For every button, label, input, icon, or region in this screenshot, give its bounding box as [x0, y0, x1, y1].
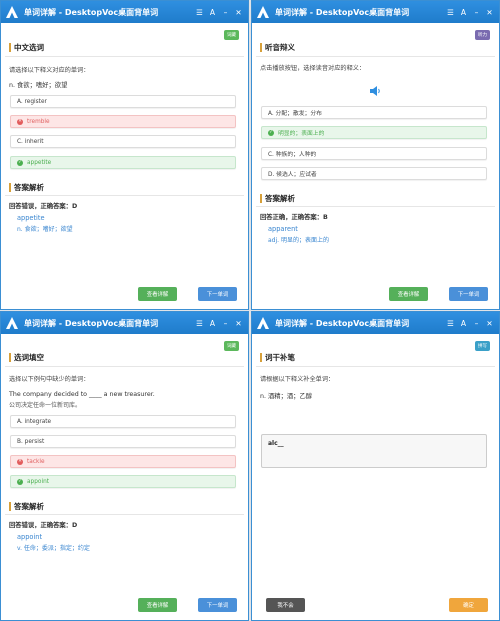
confirm-button[interactable]: 确定 [449, 598, 488, 612]
option-b[interactable]: B. persist [10, 435, 236, 448]
example-sentence-cn: 公司决定任命一位新司库。 [9, 402, 82, 409]
app-logo-icon [257, 6, 269, 18]
font-size-icon[interactable]: A [207, 6, 218, 18]
minimize-icon[interactable]: – [471, 6, 482, 18]
speaker-icon[interactable] [369, 85, 381, 97]
window-spelling: 单词详解 - DesktopVoc桌面背单词 ☰ A – ✕ 拼写 词干补笔 请… [251, 311, 500, 621]
option-c[interactable]: ✕ tackle [10, 455, 236, 468]
minimize-icon[interactable]: – [220, 6, 231, 18]
analysis-heading: 答案解析 [9, 182, 44, 193]
window-title: 单词详解 - DesktopVoc桌面背单词 [275, 7, 410, 17]
divider [5, 195, 244, 196]
option-b[interactable]: ✕ tremble [10, 115, 236, 128]
title-bar[interactable]: 单词详解 - DesktopVoc桌面背单词 ☰ A – ✕ [1, 312, 248, 334]
app-logo-icon [6, 6, 18, 18]
dont-know-button[interactable]: 我不会 [266, 598, 305, 612]
result-text: 回答正确，正确答案：B [260, 214, 328, 221]
close-icon[interactable]: ✕ [233, 6, 244, 18]
window-title: 单词详解 - DesktopVoc桌面背单词 [275, 318, 410, 328]
definition-text: n. 酒精；酒；乙醇 [260, 393, 313, 400]
list-icon[interactable]: ☰ [194, 6, 205, 18]
divider [5, 56, 244, 57]
divider [256, 366, 495, 367]
window-chinese-word-choice: 单词详解 - DesktopVoc桌面背单词 ☰ A – ✕ 词藏 中文选词 请… [0, 0, 249, 310]
answer-meaning: v. 任命；委派；指定；约定 [17, 545, 90, 552]
mode-badge: 词藏 [224, 30, 239, 40]
option-a[interactable]: A. 分配；散发；分布 [261, 106, 487, 119]
definition-text: n. 食欲；嗜好；欲望 [9, 82, 68, 89]
close-icon[interactable]: ✕ [233, 317, 244, 329]
result-text: 回答错误，正确答案：D [9, 522, 78, 529]
list-icon[interactable]: ☰ [445, 317, 456, 329]
next-word-button[interactable]: 下一单词 [198, 287, 237, 301]
divider [256, 56, 495, 57]
window-title: 单词详解 - DesktopVoc桌面背单词 [24, 318, 159, 328]
example-sentence: The company decided to ____ a new treasu… [9, 391, 155, 398]
font-size-icon[interactable]: A [458, 317, 469, 329]
minimize-icon[interactable]: – [220, 317, 231, 329]
analysis-heading: 答案解析 [9, 501, 44, 512]
view-detail-button[interactable]: 查看详解 [138, 598, 177, 612]
check-icon: ✓ [17, 159, 23, 166]
title-bar[interactable]: 单词详解 - DesktopVoc桌面背单词 ☰ A – ✕ [1, 1, 248, 23]
window-title: 单词详解 - DesktopVoc桌面背单词 [24, 7, 159, 17]
window-fill-in-blank: 单词详解 - DesktopVoc桌面背单词 ☰ A – ✕ 词藏 选词填空 选… [0, 311, 249, 621]
result-text: 回答错误，正确答案：D [9, 203, 78, 210]
mode-badge: 拼写 [475, 341, 490, 351]
font-size-icon[interactable]: A [458, 6, 469, 18]
divider [5, 366, 244, 367]
question-prompt: 请选择以下释义对应的单词： [9, 67, 90, 74]
answer-word: appetite [17, 214, 45, 222]
title-bar[interactable]: 单词详解 - DesktopVoc桌面背单词 ☰ A – ✕ [252, 1, 499, 23]
option-c[interactable]: C. inherit [10, 135, 236, 148]
section-heading: 选词填空 [9, 352, 44, 363]
font-size-icon[interactable]: A [207, 317, 218, 329]
app-logo-icon [257, 317, 269, 329]
section-heading: 中文选词 [9, 42, 44, 53]
list-icon[interactable]: ☰ [445, 6, 456, 18]
view-detail-button[interactable]: 查看详解 [138, 287, 177, 301]
question-prompt: 选择以下例句中缺少的单词： [9, 376, 90, 383]
answer-word: appoint [17, 533, 43, 541]
option-b[interactable]: ✓ 明显的；表面上的 [261, 126, 487, 139]
option-d[interactable]: ✓ appetite [10, 156, 236, 169]
section-heading: 听音辩义 [260, 42, 295, 53]
view-detail-button[interactable]: 查看详解 [389, 287, 428, 301]
analysis-heading: 答案解析 [260, 193, 295, 204]
option-a[interactable]: A. register [10, 95, 236, 108]
spelling-input[interactable]: alc__ [261, 434, 487, 468]
answer-word: apparent [268, 225, 298, 233]
divider [5, 514, 244, 515]
wrong-icon: ✕ [17, 458, 23, 465]
mode-badge: 听力 [475, 30, 490, 40]
list-icon[interactable]: ☰ [194, 317, 205, 329]
next-word-button[interactable]: 下一单词 [449, 287, 488, 301]
check-icon: ✓ [17, 478, 23, 485]
mode-badge: 词藏 [224, 341, 239, 351]
check-icon: ✓ [268, 129, 274, 136]
question-prompt: 点击播放按钮，选择读音对应的释义： [260, 65, 366, 72]
wrong-icon: ✕ [17, 118, 23, 125]
close-icon[interactable]: ✕ [484, 317, 495, 329]
minimize-icon[interactable]: – [471, 317, 482, 329]
option-d[interactable]: ✓ appoint [10, 475, 236, 488]
divider [256, 206, 495, 207]
option-d[interactable]: D. 候选人；应试者 [261, 167, 487, 180]
option-c[interactable]: C. 种族的；人种的 [261, 147, 487, 160]
close-icon[interactable]: ✕ [484, 6, 495, 18]
section-heading: 词干补笔 [260, 352, 295, 363]
title-bar[interactable]: 单词详解 - DesktopVoc桌面背单词 ☰ A – ✕ [252, 312, 499, 334]
app-logo-icon [6, 317, 18, 329]
answer-meaning: adj. 明显的；表面上的 [268, 237, 329, 244]
question-prompt: 请根据以下释义补全单词： [260, 376, 335, 383]
answer-meaning: n. 食欲；嗜好；欲望 [17, 226, 73, 233]
option-a[interactable]: A. integrate [10, 415, 236, 428]
window-listening: 单词详解 - DesktopVoc桌面背单词 ☰ A – ✕ 听力 听音辩义 点… [251, 0, 500, 310]
next-word-button[interactable]: 下一单词 [198, 598, 237, 612]
